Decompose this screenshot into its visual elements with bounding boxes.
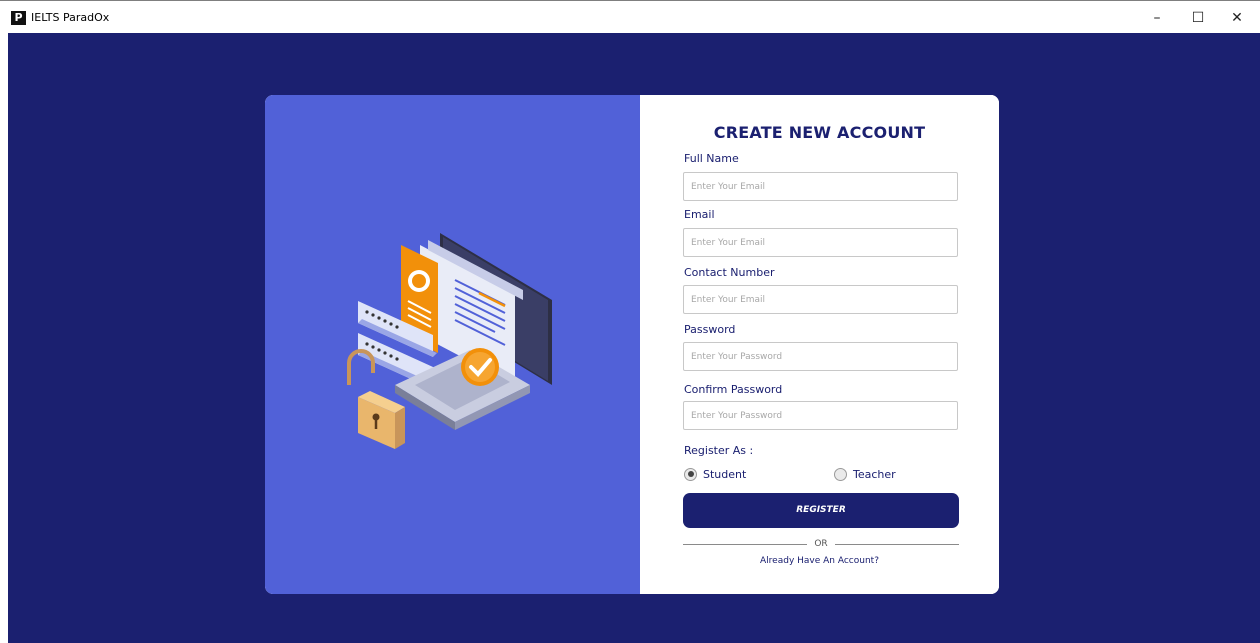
confirm-password-field[interactable] [683,401,958,430]
student-radio-label: Student [703,467,747,481]
password-field[interactable] [683,342,958,371]
contact-number-label: Contact Number [684,266,775,279]
full-name-label: Full Name [684,152,739,165]
close-button[interactable]: ✕ [1222,8,1252,28]
confirm-password-label: Confirm Password [684,383,783,396]
divider-line [834,543,959,545]
teacher-radio-label: Teacher [853,467,896,481]
email-field[interactable] [683,228,958,257]
page-title: CREATE NEW ACCOUNT [713,123,926,142]
login-link[interactable]: Already Have An Account? [640,556,999,566]
illustration-panel [265,95,640,594]
radio-selected-icon [684,467,697,481]
password-label: Password [684,323,736,336]
or-divider: OR [683,538,959,550]
contact-number-field[interactable] [683,285,958,314]
app-background: CREATE NEW ACCOUNT Full Name Email Conta… [8,33,1260,643]
window-title: IELTS ParadOx [31,11,110,24]
title-bar: P IELTS ParadOx – ☐ ✕ [0,0,1260,33]
register-card: CREATE NEW ACCOUNT Full Name Email Conta… [265,95,999,594]
register-button[interactable]: REGISTER [683,493,959,528]
email-label: Email [684,208,715,221]
register-form-panel: CREATE NEW ACCOUNT Full Name Email Conta… [640,95,999,594]
divider-line [683,543,808,545]
or-text: OR [814,539,828,549]
radio-unselected-icon [834,467,847,481]
full-name-field[interactable] [683,172,958,201]
teacher-radio[interactable]: Teacher [834,466,896,482]
maximize-button[interactable]: ☐ [1183,8,1213,28]
app-logo-icon: P [11,11,26,25]
account-security-illustration-icon [347,233,552,449]
minimize-button[interactable]: – [1142,8,1172,28]
register-as-label: Register As : [684,444,754,457]
student-radio[interactable]: Student [684,466,746,482]
